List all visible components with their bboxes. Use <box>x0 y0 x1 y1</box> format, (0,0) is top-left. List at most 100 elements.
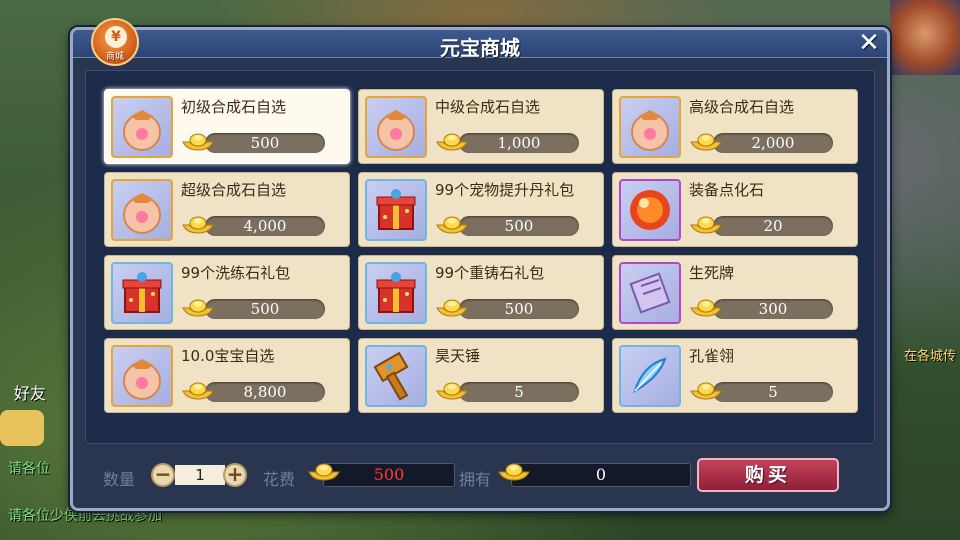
item-price: 1,000 <box>497 134 541 152</box>
price-bar: 500 <box>459 216 579 236</box>
close-button[interactable]: ✕ <box>855 30 883 57</box>
item-price: 2,000 <box>751 134 795 152</box>
bag-icon <box>111 179 173 241</box>
shop-item[interactable]: 高级合成石自选 2,000 <box>612 89 858 164</box>
item-price: 500 <box>504 300 534 318</box>
chat-line: 请各位 <box>8 461 50 477</box>
price-bar: 5 <box>459 382 579 402</box>
shop-item[interactable]: 中级合成石自选 1,000 <box>358 89 604 164</box>
price-bar: 500 <box>205 133 325 153</box>
ingot-icon <box>182 299 214 317</box>
map-text: 在各城传 <box>903 349 956 364</box>
ingot-icon <box>436 299 468 317</box>
price-bar: 8,800 <box>205 382 325 402</box>
item-name: 超级合成石自选 <box>181 181 287 199</box>
ingot-icon <box>182 382 214 400</box>
cost-label: 花费 <box>263 470 296 489</box>
item-name: 初级合成石自选 <box>181 98 287 116</box>
item-name: 99个洗练石礼包 <box>181 264 291 282</box>
item-grid: 初级合成石自选 500 中级合成石自选 1,000 高级合成石自选 2,000 超级合成石自… <box>104 89 858 413</box>
yen-icon: ¥ <box>105 26 127 48</box>
quantity-minus-button[interactable]: − <box>151 463 175 487</box>
ingot-icon <box>498 463 530 481</box>
item-list-panel: 初级合成石自选 500 中级合成石自选 1,000 高级合成石自选 2,000 超级合成石自… <box>85 70 875 444</box>
price-bar: 2,000 <box>713 133 833 153</box>
hammer-icon <box>365 345 427 407</box>
chat-bubble-icon[interactable] <box>0 410 44 446</box>
item-price: 5 <box>768 383 778 401</box>
ingot-icon <box>182 216 214 234</box>
ingot-icon <box>436 133 468 151</box>
title-bar: 元宝商城 ✕ <box>73 30 887 60</box>
price-bar: 4,000 <box>205 216 325 236</box>
shop-item[interactable]: 生死牌 300 <box>612 255 858 330</box>
ingot-icon <box>182 133 214 151</box>
scroll-icon <box>619 262 681 324</box>
gift-box-icon <box>111 262 173 324</box>
price-bar: 20 <box>713 216 833 236</box>
dialog-title: 元宝商城 <box>440 36 520 60</box>
shop-item[interactable]: 初级合成石自选 500 <box>104 89 350 164</box>
shop-item[interactable]: 99个宠物提升丹礼包 500 <box>358 172 604 247</box>
item-price: 8,800 <box>243 383 287 401</box>
price-bar: 1,000 <box>459 133 579 153</box>
buy-button[interactable]: 购买 <box>697 458 839 492</box>
shop-item[interactable]: 装备点化石 20 <box>612 172 858 247</box>
item-name: 高级合成石自选 <box>689 98 795 116</box>
item-price: 500 <box>250 300 280 318</box>
item-name: 昊天锤 <box>435 347 481 365</box>
purchase-footer: 数量 − 1 + 花费 500 拥有 0 购买 <box>85 450 875 502</box>
item-name: 99个重铸石礼包 <box>435 264 545 282</box>
ingot-icon <box>308 463 340 481</box>
gift-box-icon <box>365 179 427 241</box>
item-price: 20 <box>763 217 783 235</box>
shop-badge-icon: ¥ 商城 <box>91 18 139 66</box>
item-name: 装备点化石 <box>689 181 765 199</box>
item-price: 500 <box>250 134 280 152</box>
item-price: 500 <box>504 217 534 235</box>
shop-item[interactable]: 99个洗练石礼包 500 <box>104 255 350 330</box>
bag-icon <box>111 345 173 407</box>
shop-item[interactable]: 10.0宝宝自选 8,800 <box>104 338 350 413</box>
ingot-icon <box>690 299 722 317</box>
owned-label: 拥有 <box>459 470 492 489</box>
item-name: 生死牌 <box>689 264 735 282</box>
item-name: 孔雀翎 <box>689 347 735 365</box>
quantity-value[interactable]: 1 <box>175 465 225 485</box>
shop-item[interactable]: 99个重铸石礼包 500 <box>358 255 604 330</box>
gift-box-icon <box>365 262 427 324</box>
shop-item[interactable]: 孔雀翎 5 <box>612 338 858 413</box>
ingot-icon <box>436 216 468 234</box>
price-bar: 5 <box>713 382 833 402</box>
friend-label[interactable]: 好友 <box>14 380 46 404</box>
cost-display: 500 <box>323 463 455 487</box>
shop-badge-label: 商城 <box>105 52 124 62</box>
price-bar: 500 <box>459 299 579 319</box>
shop-item[interactable]: 昊天锤 5 <box>358 338 604 413</box>
item-price: 300 <box>758 300 788 318</box>
item-name: 99个宠物提升丹礼包 <box>435 181 575 199</box>
hero-portrait[interactable] <box>890 0 960 75</box>
item-price: 4,000 <box>243 217 287 235</box>
quantity-label: 数量 <box>103 470 136 489</box>
ingot-icon <box>690 382 722 400</box>
owned-display: 0 <box>511 463 691 487</box>
bag-icon <box>619 96 681 158</box>
quantity-plus-button[interactable]: + <box>223 463 247 487</box>
red-orb-icon <box>619 179 681 241</box>
feather-icon <box>619 345 681 407</box>
cost-value: 500 <box>373 465 405 484</box>
owned-value: 0 <box>595 465 607 484</box>
bag-icon <box>111 96 173 158</box>
price-bar: 300 <box>713 299 833 319</box>
ingot-icon <box>690 133 722 151</box>
item-name: 中级合成石自选 <box>435 98 541 116</box>
item-name: 10.0宝宝自选 <box>181 347 275 365</box>
ingot-shop-dialog: 元宝商城 ✕ ¥ 商城 初级合成石自选 500 中级合成石自选 1,000 高级合成石自… <box>70 18 890 511</box>
ingot-icon <box>436 382 468 400</box>
bag-icon <box>365 96 427 158</box>
shop-item[interactable]: 超级合成石自选 4,000 <box>104 172 350 247</box>
item-price: 5 <box>514 383 524 401</box>
price-bar: 500 <box>205 299 325 319</box>
ingot-icon <box>690 216 722 234</box>
